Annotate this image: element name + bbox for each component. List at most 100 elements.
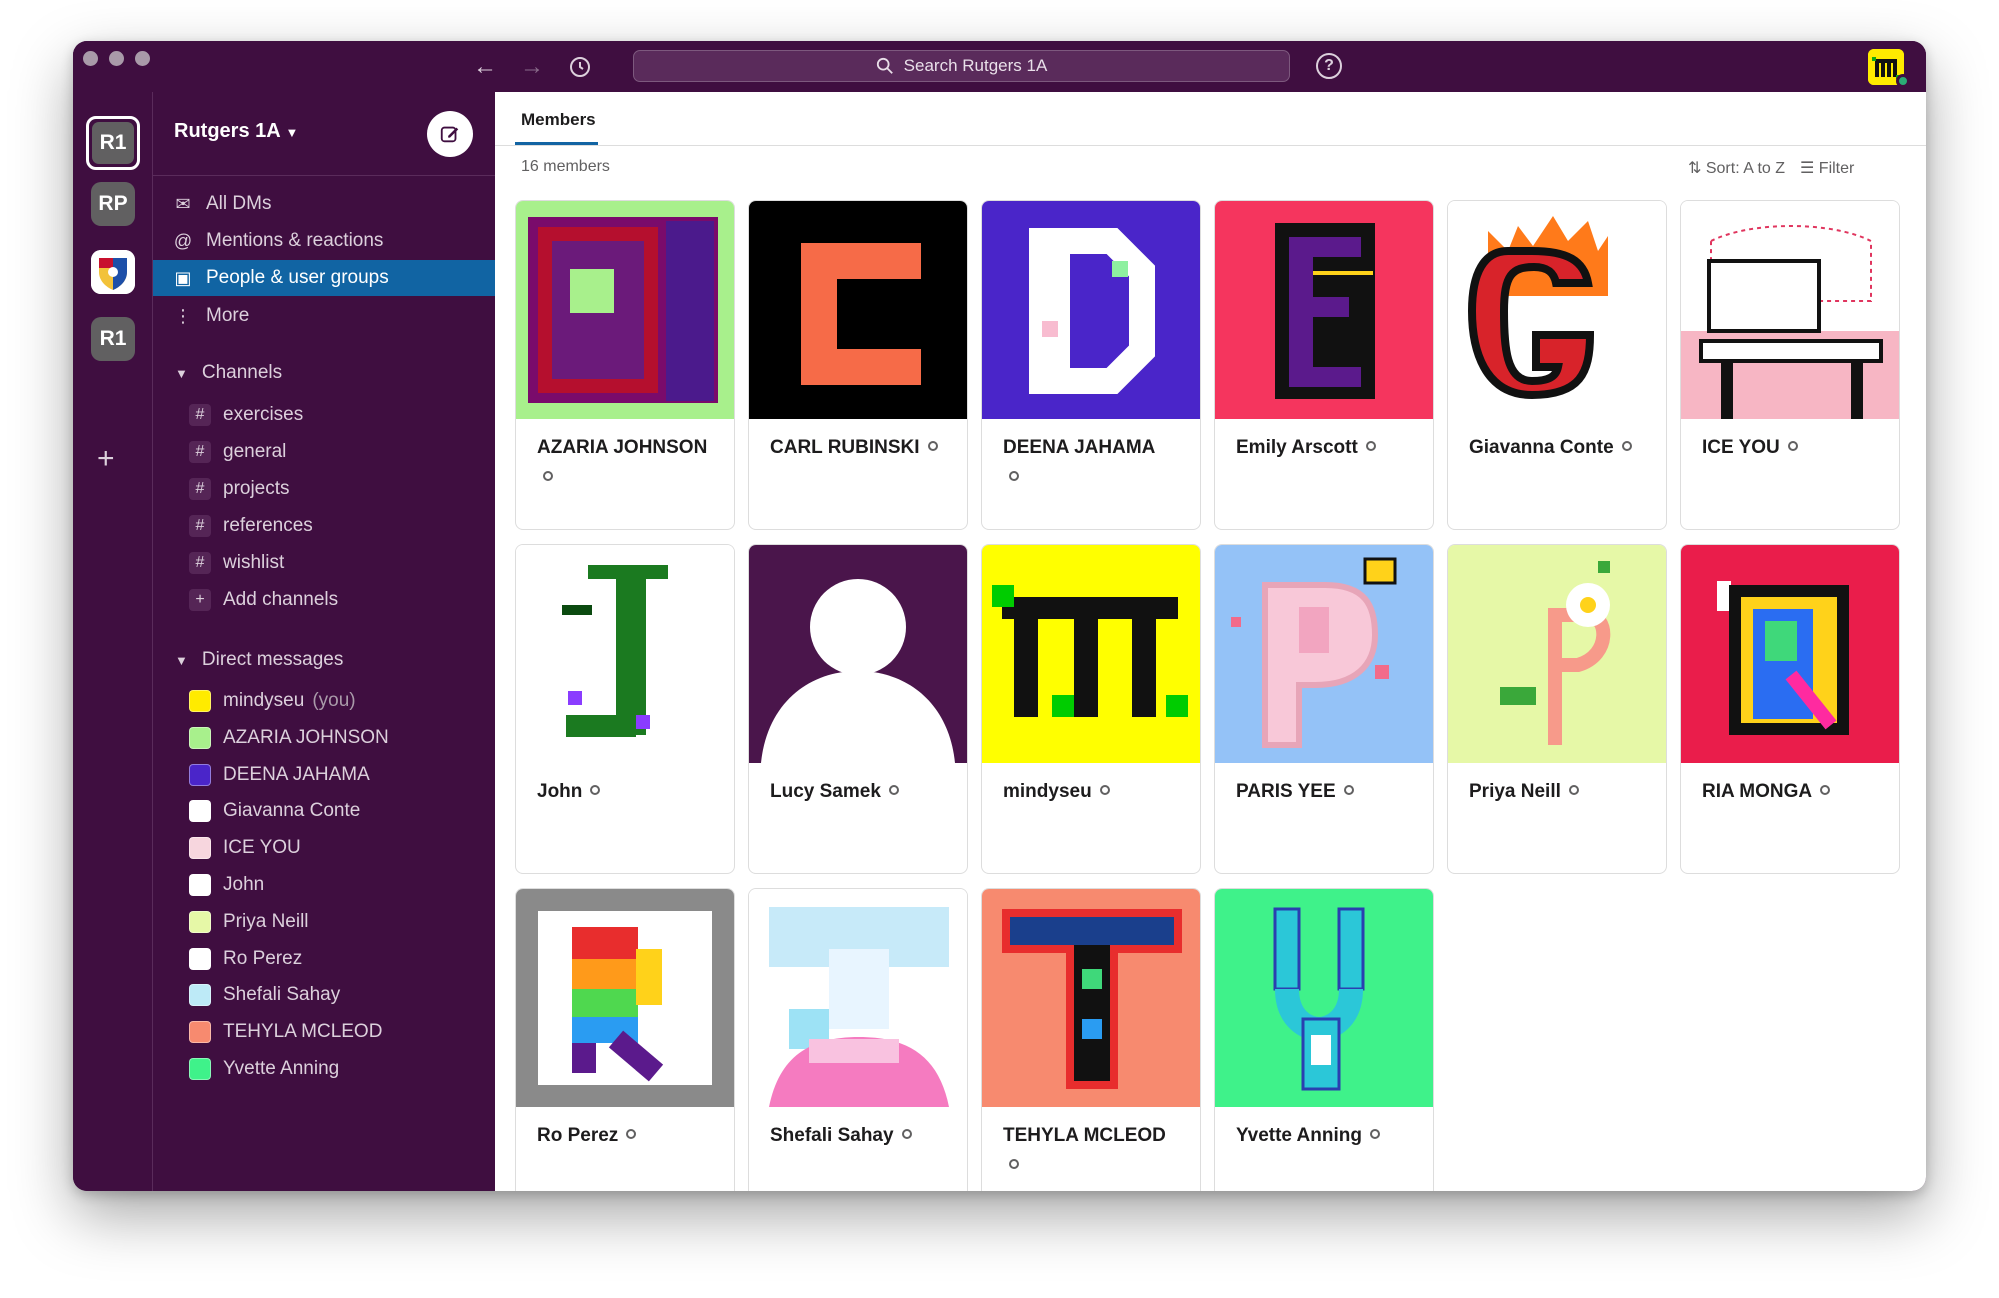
member-name-text: Lucy Samek xyxy=(770,781,881,802)
dm-item[interactable]: John xyxy=(189,870,264,900)
status-away-icon xyxy=(590,784,601,795)
dm-avatar xyxy=(189,874,211,896)
forward-arrow-icon[interactable]: → xyxy=(518,53,546,81)
compose-button[interactable] xyxy=(427,111,473,157)
channel-references[interactable]: # references xyxy=(189,511,313,541)
member-avatar xyxy=(982,889,1200,1107)
tab-divider xyxy=(495,145,1926,146)
workspace-name-button[interactable]: Rutgers 1A ▼ xyxy=(174,120,298,143)
dm-name: ICE YOU xyxy=(223,837,301,859)
help-icon[interactable]: ? xyxy=(1316,53,1342,79)
channels-section-toggle[interactable]: ▼ Channels xyxy=(175,362,282,384)
add-channels-button[interactable]: + Add channels xyxy=(189,585,338,615)
member-name: RIA MONGA xyxy=(1702,777,1889,807)
workspace-rail: R1 RP R1 + xyxy=(73,92,152,1191)
member-avatar xyxy=(516,201,734,419)
member-card[interactable]: TEHYLA MCLEOD xyxy=(981,888,1201,1191)
workspace-switch-r1[interactable]: R1 xyxy=(86,116,140,170)
member-card[interactable]: Ro Perez xyxy=(515,888,735,1191)
dm-name: Giavanna Conte xyxy=(223,800,361,822)
dm-section-toggle[interactable]: ▼ Direct messages xyxy=(175,649,343,671)
member-card[interactable]: Priya Neill xyxy=(1447,544,1667,874)
tab-members[interactable]: Members xyxy=(521,110,596,130)
dm-item[interactable]: Priya Neill xyxy=(189,907,309,937)
channel-wishlist[interactable]: # wishlist xyxy=(189,548,284,578)
member-avatar xyxy=(1215,201,1433,419)
status-away-icon xyxy=(626,1128,637,1139)
window-close-button[interactable] xyxy=(83,51,98,66)
dm-item[interactable]: Ro Perez xyxy=(189,944,302,974)
member-card[interactable]: DEENA JAHAMA xyxy=(981,200,1201,530)
member-name-text: Ro Perez xyxy=(537,1125,619,1146)
nav-mentions[interactable]: @ Mentions & reactions xyxy=(153,223,496,259)
member-card[interactable]: Lucy Samek xyxy=(748,544,968,874)
nav-all-dms[interactable]: ✉ All DMs xyxy=(153,186,496,222)
member-card[interactable]: AZARIA JOHNSON xyxy=(515,200,735,530)
dm-item[interactable]: DEENA JAHAMA xyxy=(189,760,370,790)
nav-more[interactable]: ⋮ More xyxy=(153,298,496,334)
workspace-label: R1 xyxy=(92,122,134,164)
status-away-icon xyxy=(1009,1158,1019,1169)
search-bar[interactable]: Search Rutgers 1A xyxy=(633,50,1290,82)
workspace-switch-r1-alt[interactable]: R1 xyxy=(91,317,135,361)
member-card[interactable]: Emily Arscott xyxy=(1214,200,1434,530)
filter-button[interactable]: ☰ Filter xyxy=(1800,158,1854,178)
window-maximize-button[interactable] xyxy=(135,51,150,66)
dm-item[interactable]: Giavanna Conte xyxy=(189,796,360,826)
dm-item[interactable]: Yvette Anning xyxy=(189,1054,339,1084)
back-arrow-icon[interactable]: ← xyxy=(471,53,499,81)
member-name: PARIS YEE xyxy=(1236,777,1423,807)
channel-projects[interactable]: # projects xyxy=(189,474,290,504)
dm-name: Priya Neill xyxy=(223,910,309,932)
window-minimize-button[interactable] xyxy=(109,51,124,66)
sort-button[interactable]: ⇅ Sort: A to Z xyxy=(1688,158,1785,178)
dm-avatar xyxy=(189,726,211,749)
dm-name: mindyseu xyxy=(223,690,305,711)
channel-exercises[interactable]: # exercises xyxy=(189,400,303,430)
member-card[interactable]: PARIS YEE xyxy=(1214,544,1434,874)
member-card[interactable]: mindyseu xyxy=(981,544,1201,874)
dm-avatar xyxy=(189,763,211,786)
add-workspace-icon[interactable]: + xyxy=(97,442,115,476)
channel-name: wishlist xyxy=(223,552,285,573)
member-avatar xyxy=(516,889,734,1107)
status-away-icon xyxy=(1099,784,1110,795)
member-card[interactable]: John xyxy=(515,544,735,874)
member-card[interactable]: ICE YOU xyxy=(1680,200,1900,530)
member-card[interactable]: CARL RUBINSKI xyxy=(748,200,968,530)
workspace-switch-rp[interactable]: RP xyxy=(91,182,135,226)
member-avatar xyxy=(1215,545,1433,763)
channel-general[interactable]: # general xyxy=(189,437,286,467)
status-away-icon xyxy=(901,1128,912,1139)
dm-name: TEHYLA MCLEOD xyxy=(223,1021,383,1043)
dm-avatar xyxy=(189,984,211,1007)
nav-people[interactable]: ▣ People & user groups xyxy=(153,260,496,296)
member-name-text: CARL RUBINSKI xyxy=(770,437,920,458)
member-name-text: mindyseu xyxy=(1003,781,1092,802)
dm-avatar xyxy=(189,1021,211,1044)
status-away-icon xyxy=(543,470,553,481)
dm-avatar xyxy=(189,690,211,712)
member-name: Emily Arscott xyxy=(1236,433,1423,463)
member-name-text: Priya Neill xyxy=(1469,781,1561,802)
member-name: TEHYLA MCLEOD xyxy=(1003,1121,1190,1181)
dm-item[interactable]: Shefali Sahay xyxy=(189,980,340,1010)
member-card[interactable]: RIA MONGA xyxy=(1680,544,1900,874)
status-away-icon xyxy=(1365,440,1376,451)
dm-item[interactable]: TEHYLA MCLEOD xyxy=(189,1017,382,1047)
member-card[interactable]: Shefali Sahay xyxy=(748,888,968,1191)
member-avatar xyxy=(1681,201,1899,419)
dm-item[interactable]: mindyseu (you) xyxy=(189,686,356,716)
member-card[interactable]: Yvette Anning xyxy=(1214,888,1434,1191)
member-name-text: ICE YOU xyxy=(1702,437,1780,458)
member-card[interactable]: Giavanna Conte xyxy=(1447,200,1667,530)
hash-icon: # xyxy=(189,478,211,500)
history-icon[interactable] xyxy=(566,53,594,81)
status-away-icon xyxy=(1787,440,1798,451)
caret-down-icon: ▼ xyxy=(175,653,188,668)
dm-item[interactable]: ICE YOU xyxy=(189,833,301,863)
tab-label: Members xyxy=(521,110,596,129)
dm-item[interactable]: AZARIA JOHNSON xyxy=(189,723,389,753)
hash-icon: # xyxy=(189,441,211,463)
workspace-switch-shield[interactable] xyxy=(91,250,135,294)
